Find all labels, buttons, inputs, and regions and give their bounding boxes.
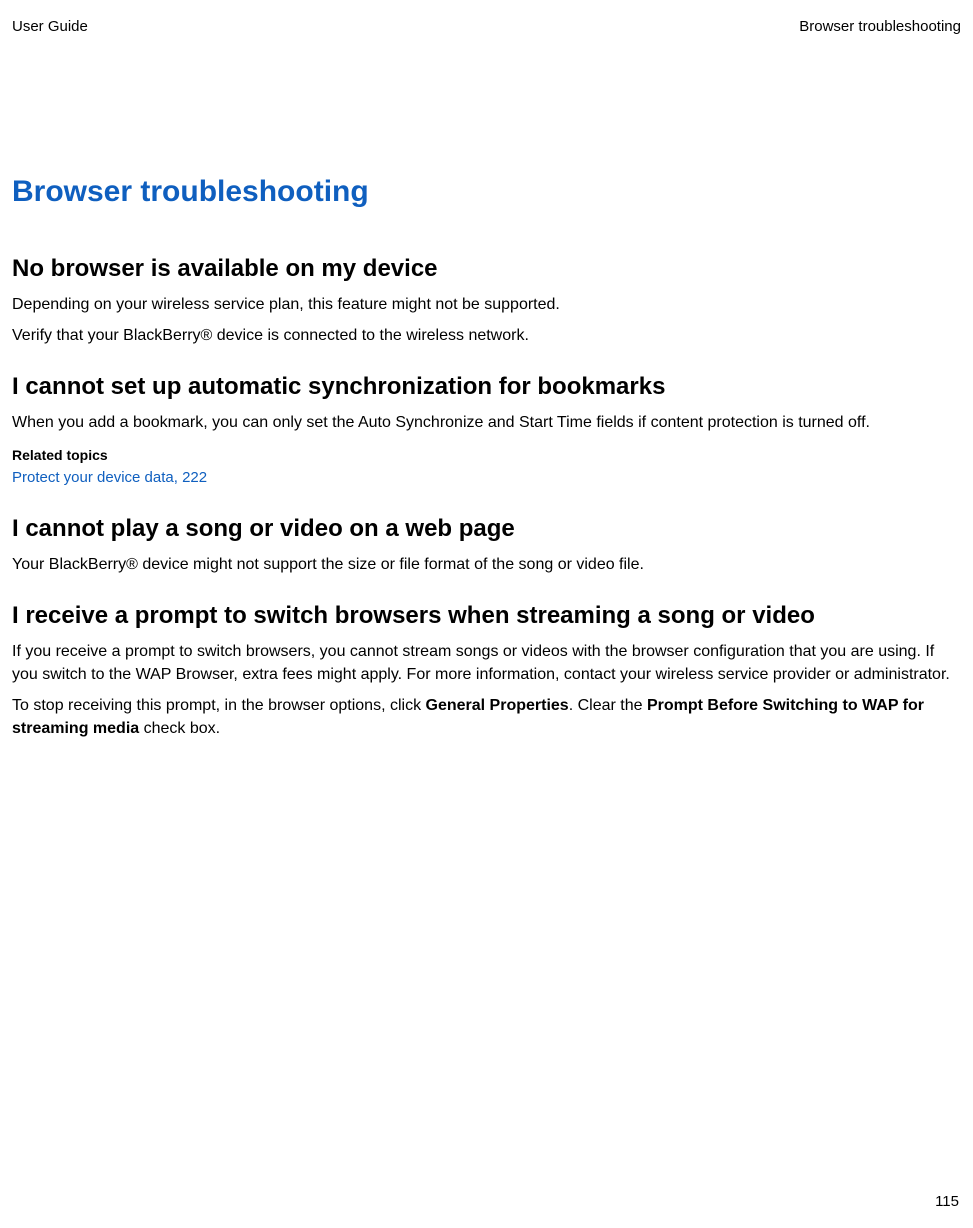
bold-general-properties: General Properties (426, 697, 569, 714)
heading-no-browser: No browser is available on my device (12, 255, 961, 283)
section-no-browser: No browser is available on my device Dep… (12, 255, 961, 347)
section-switch-prompt: I receive a prompt to switch browsers wh… (12, 602, 961, 741)
paragraph: Your BlackBerry® device might not suppor… (12, 553, 961, 576)
page-header: User Guide Browser troubleshooting (12, 18, 961, 35)
related-topics-link[interactable]: Protect your device data, 222 (12, 467, 961, 489)
heading-switch-prompt: I receive a prompt to switch browsers wh… (12, 602, 961, 630)
section-sync-bookmarks: I cannot set up automatic synchronizatio… (12, 373, 961, 488)
heading-cannot-play: I cannot play a song or video on a web p… (12, 515, 961, 543)
section-cannot-play: I cannot play a song or video on a web p… (12, 515, 961, 576)
page-title: Browser troubleshooting (12, 175, 961, 209)
text-fragment: . Clear the (569, 697, 647, 714)
paragraph: If you receive a prompt to switch browse… (12, 640, 961, 686)
page-number: 115 (935, 1193, 959, 1210)
text-fragment: check box. (139, 720, 220, 737)
text-fragment: To stop receiving this prompt, in the br… (12, 697, 426, 714)
header-left: User Guide (12, 18, 88, 35)
paragraph: When you add a bookmark, you can only se… (12, 411, 961, 434)
paragraph: Verify that your BlackBerry® device is c… (12, 324, 961, 347)
related-topics-label: Related topics (12, 445, 961, 465)
paragraph: To stop receiving this prompt, in the br… (12, 694, 961, 740)
header-right: Browser troubleshooting (799, 18, 961, 35)
paragraph: Depending on your wireless service plan,… (12, 293, 961, 316)
heading-sync-bookmarks: I cannot set up automatic synchronizatio… (12, 373, 961, 401)
